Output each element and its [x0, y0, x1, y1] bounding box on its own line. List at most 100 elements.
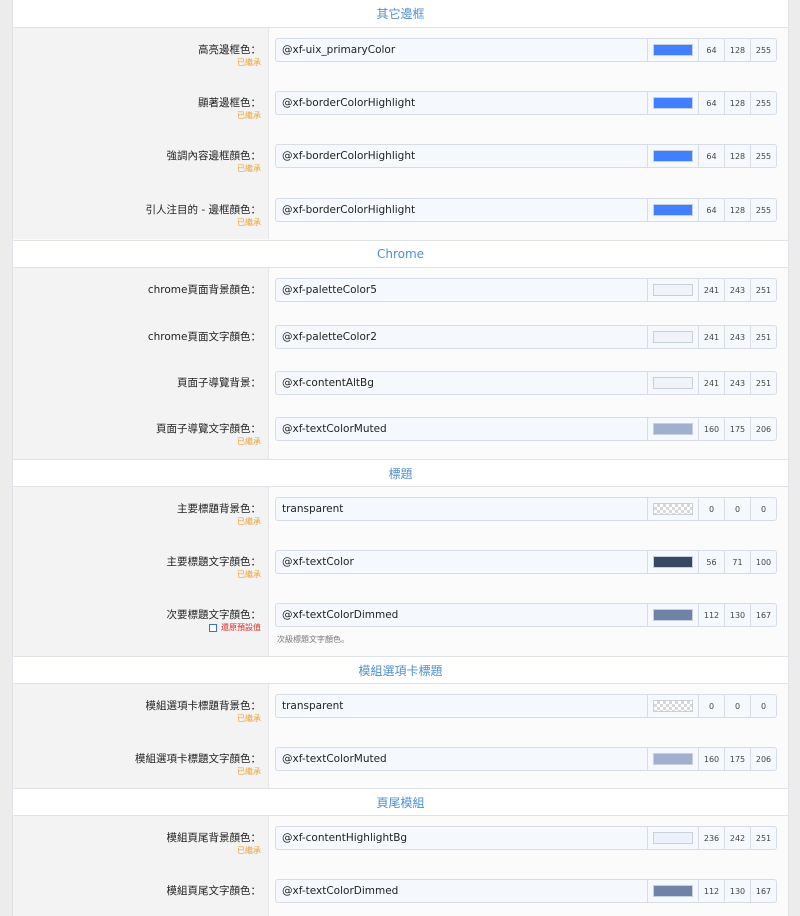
- color-swatch[interactable]: [653, 885, 693, 897]
- color-input[interactable]: @xf-paletteColor2 241 243 251: [275, 325, 777, 349]
- revert-to-default-link[interactable]: 還原預設值: [21, 622, 261, 634]
- rgb-green: 243: [724, 279, 750, 301]
- rgb-blue: 251: [750, 326, 776, 348]
- color-input[interactable]: @xf-borderColorHighlight 64 128 255: [275, 144, 777, 168]
- color-input[interactable]: transparent 0 0 0: [275, 694, 777, 718]
- color-value[interactable]: @xf-borderColorHighlight: [276, 199, 647, 221]
- rgb-blue: 255: [750, 145, 776, 167]
- color-swatch[interactable]: [653, 204, 693, 216]
- color-input[interactable]: @xf-uix_primaryColor 64 128 255: [275, 38, 777, 62]
- rgb-red: 0: [698, 695, 724, 717]
- property-label: 模組選項卡標題背景色：: [145, 700, 262, 712]
- rgb-red: 160: [698, 748, 724, 770]
- color-input[interactable]: @xf-textColorMuted 160 175 206: [275, 747, 777, 771]
- color-swatch[interactable]: [653, 331, 693, 343]
- rgb-red: 112: [698, 880, 724, 902]
- color-value[interactable]: @xf-paletteColor2: [276, 326, 647, 348]
- color-input[interactable]: @xf-contentAltBg 241 243 251: [275, 371, 777, 395]
- rgb-blue: 251: [750, 372, 776, 394]
- property-label: 模組頁尾背景顏色：: [166, 832, 262, 844]
- color-value[interactable]: @xf-textColorMuted: [276, 418, 647, 440]
- color-value[interactable]: @xf-textColor: [276, 551, 647, 573]
- property-hint: 次級標題文字顏色。: [277, 635, 349, 644]
- rgb-green: 128: [724, 199, 750, 221]
- rgb-green: 128: [724, 39, 750, 61]
- section-header-footer-module: 頁尾模組: [13, 788, 788, 816]
- color-swatch[interactable]: [653, 423, 693, 435]
- color-value[interactable]: @xf-borderColorHighlight: [276, 92, 647, 114]
- property-label-group: 模組選項卡標題背景色： 已繼承: [21, 699, 262, 724]
- rgb-blue: 251: [750, 279, 776, 301]
- rgb-green: 128: [724, 92, 750, 114]
- color-input[interactable]: @xf-textColorMuted 160 175 206: [275, 417, 777, 441]
- property-label-group: 模組頁尾文字顏色：: [21, 884, 262, 898]
- checkbox-icon[interactable]: [209, 624, 217, 632]
- inherited-badge: 已繼承: [237, 517, 261, 526]
- color-value[interactable]: transparent: [276, 498, 647, 520]
- section-header-headings: 標題: [13, 459, 788, 487]
- color-value[interactable]: @xf-textColorDimmed: [276, 604, 647, 626]
- inherited-badge: 已繼承: [237, 846, 261, 855]
- color-value[interactable]: @xf-borderColorHighlight: [276, 145, 647, 167]
- rgb-blue: 255: [750, 92, 776, 114]
- color-swatch[interactable]: [653, 97, 693, 109]
- color-input[interactable]: @xf-textColorDimmed 112 130 167: [275, 603, 777, 627]
- color-input[interactable]: @xf-textColor 56 71 100: [275, 550, 777, 574]
- inherited-badge: 已繼承: [237, 58, 261, 67]
- rgb-red: 160: [698, 418, 724, 440]
- color-swatch[interactable]: [653, 377, 693, 389]
- rgb-blue: 100: [750, 551, 776, 573]
- property-label-group: 主要標題背景色： 已繼承: [21, 502, 261, 527]
- property-label: chrome頁面背景顏色：: [147, 284, 261, 296]
- rgb-blue: 251: [750, 827, 776, 849]
- property-label-group: 強調內容邊框顏色： 已繼承: [21, 149, 262, 174]
- color-value[interactable]: @xf-paletteColor5: [276, 279, 647, 301]
- rgb-green: 128: [724, 145, 750, 167]
- rgb-blue: 0: [750, 498, 776, 520]
- style-properties-panel: 其它邊框 高亮邊框色： 已繼承 @xf-uix_primaryColor 64 …: [12, 0, 789, 916]
- property-label: 主要標題背景色：: [177, 503, 261, 515]
- rgb-green: 0: [724, 695, 750, 717]
- color-swatch[interactable]: [653, 609, 693, 621]
- color-swatch[interactable]: [653, 556, 693, 568]
- color-swatch[interactable]: [653, 44, 693, 56]
- property-label-group: chrome頁面背景顏色：: [21, 283, 261, 297]
- color-value[interactable]: @xf-contentAltBg: [276, 372, 647, 394]
- color-value[interactable]: @xf-textColorMuted: [276, 748, 647, 770]
- rgb-blue: 255: [750, 39, 776, 61]
- rgb-red: 241: [698, 372, 724, 394]
- rgb-red: 64: [698, 199, 724, 221]
- color-input[interactable]: @xf-paletteColor5 241 243 251: [275, 278, 777, 302]
- color-input[interactable]: @xf-contentHighlightBg 236 242 251: [275, 826, 777, 850]
- color-swatch[interactable]: [653, 150, 693, 162]
- color-value[interactable]: @xf-textColorDimmed: [276, 880, 647, 902]
- color-input[interactable]: transparent 0 0 0: [275, 497, 777, 521]
- rgb-green: 130: [724, 604, 750, 626]
- rgb-green: 0: [724, 498, 750, 520]
- property-label: 頁面子導覽文字顏色：: [156, 423, 261, 435]
- color-input[interactable]: @xf-borderColorHighlight 64 128 255: [275, 198, 777, 222]
- property-label-group: 模組選項卡標題文字顏色： 已繼承: [21, 752, 261, 777]
- color-value[interactable]: @xf-uix_primaryColor: [276, 39, 647, 61]
- rgb-red: 64: [698, 92, 724, 114]
- rgb-green: 243: [724, 372, 750, 394]
- inherited-badge: 已繼承: [237, 767, 261, 776]
- color-value[interactable]: transparent: [276, 695, 647, 717]
- rgb-red: 236: [698, 827, 724, 849]
- property-label-group: 顯著邊框色： 已繼承: [21, 96, 261, 121]
- inherited-badge: 已繼承: [237, 218, 261, 227]
- color-swatch[interactable]: [653, 753, 693, 765]
- color-input[interactable]: @xf-borderColorHighlight 64 128 255: [275, 91, 777, 115]
- color-swatch[interactable]: [653, 832, 693, 844]
- color-swatch[interactable]: [653, 284, 693, 296]
- inherited-badge: 已繼承: [237, 164, 261, 173]
- color-swatch-transparent[interactable]: [653, 503, 693, 515]
- property-label: 次要標題文字顏色：: [166, 609, 262, 621]
- color-value[interactable]: @xf-contentHighlightBg: [276, 827, 647, 849]
- rgb-red: 56: [698, 551, 724, 573]
- color-input[interactable]: @xf-textColorDimmed 112 130 167: [275, 879, 777, 903]
- rgb-green: 175: [724, 748, 750, 770]
- property-label: 模組頁尾文字顏色：: [166, 885, 262, 897]
- color-swatch-transparent[interactable]: [653, 700, 693, 712]
- property-label-group: chrome頁面文字顏色：: [21, 330, 261, 344]
